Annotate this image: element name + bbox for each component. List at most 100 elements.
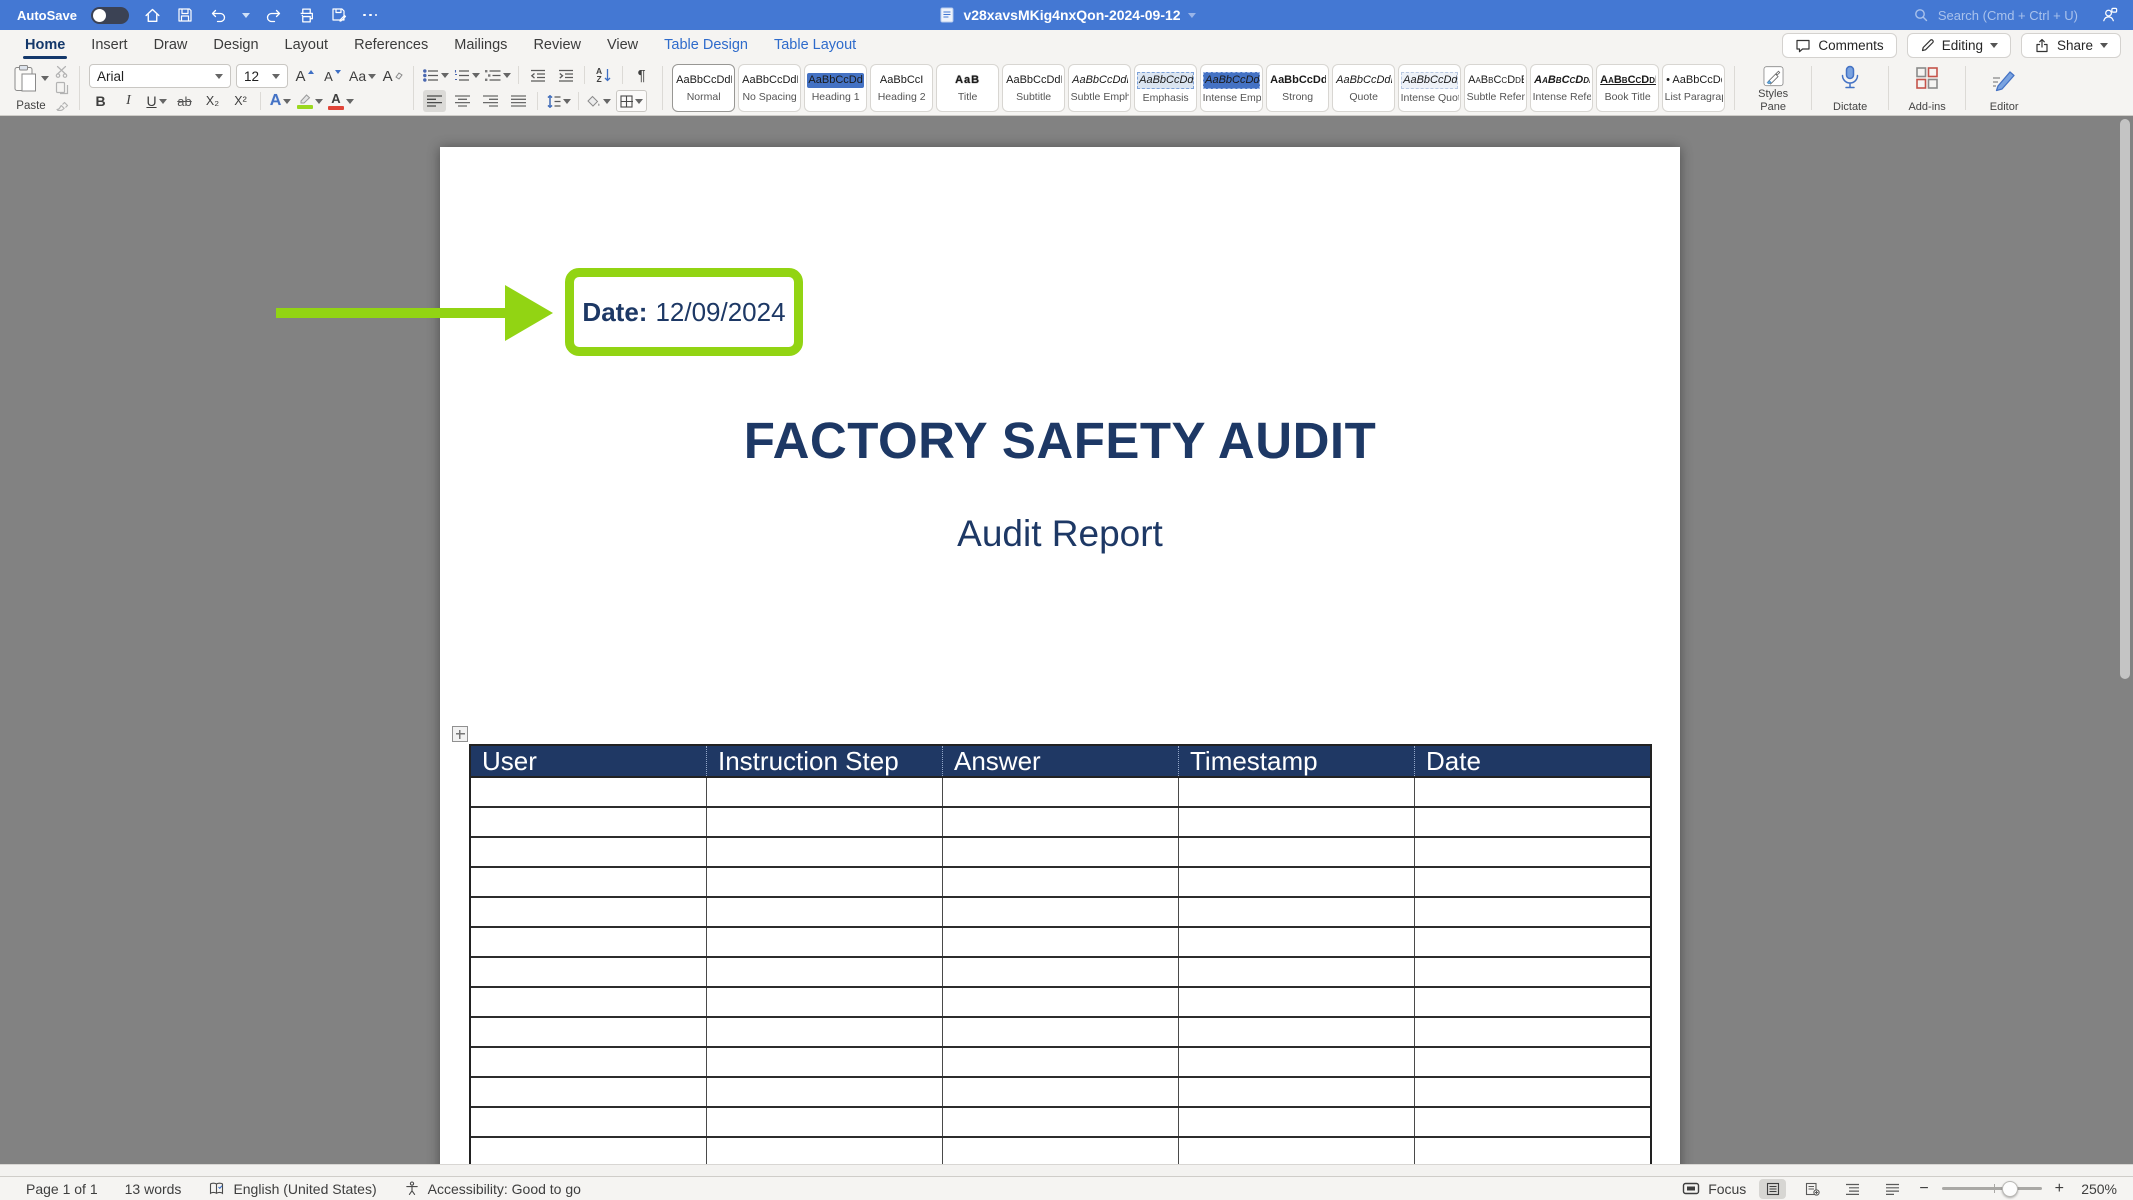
table-cell[interactable] (942, 778, 1178, 806)
line-spacing-button[interactable] (545, 90, 571, 112)
editing-mode-button[interactable]: Editing (1907, 33, 2011, 58)
style-chip-subtle-emph[interactable]: AaBbCcDdEeSubtle Emph... (1068, 64, 1131, 112)
table-cell[interactable] (942, 1048, 1178, 1076)
grow-font-button[interactable]: A (293, 65, 316, 87)
word-count[interactable]: 13 words (125, 1181, 182, 1197)
table-cell[interactable] (706, 898, 942, 926)
vertical-scrollbar[interactable] (2120, 119, 2130, 679)
style-chip-quote[interactable]: AaBbCcDdIQuote (1332, 64, 1395, 112)
tab-review[interactable]: Review (520, 30, 594, 60)
redo-icon[interactable] (264, 6, 283, 25)
table-cell[interactable] (1414, 958, 1650, 986)
table-cell[interactable] (1414, 1108, 1650, 1136)
underline-button[interactable]: U (145, 90, 168, 112)
text-effects-button[interactable]: A (269, 90, 292, 112)
document-title[interactable]: v28xavsMKig4nxQon-2024-09-12 (963, 7, 1180, 23)
table-cell[interactable] (706, 1108, 942, 1136)
style-chip-strong[interactable]: AaBbCcDdEeStrong (1266, 64, 1329, 112)
table-cell[interactable] (1178, 868, 1414, 896)
table-cell[interactable] (706, 988, 942, 1016)
autosave-toggle[interactable] (91, 7, 129, 24)
paste-button[interactable]: Paste (8, 63, 54, 113)
table-cell[interactable] (471, 958, 706, 986)
more-commands-icon[interactable] (363, 14, 377, 17)
numbering-button[interactable] (454, 64, 480, 86)
table-cell[interactable] (706, 1018, 942, 1046)
table-cell[interactable] (1178, 898, 1414, 926)
table-cell[interactable] (942, 988, 1178, 1016)
tab-design[interactable]: Design (200, 30, 271, 60)
table-cell[interactable] (1178, 1108, 1414, 1136)
table-cell[interactable] (471, 1048, 706, 1076)
document-title-chevron[interactable] (1188, 13, 1196, 18)
paste-chevron[interactable] (41, 76, 49, 81)
table-cell[interactable] (706, 1138, 942, 1166)
tab-home[interactable]: Home (12, 30, 78, 60)
zoom-slider[interactable] (1942, 1187, 2042, 1190)
zoom-level[interactable]: 250% (2077, 1181, 2117, 1197)
style-chip-intense-refe[interactable]: AaBbCcDdEeIntense Refe... (1530, 64, 1593, 112)
decrease-indent-button[interactable] (526, 64, 549, 86)
table-cell[interactable] (471, 838, 706, 866)
align-right-button[interactable] (479, 90, 502, 112)
tab-table-layout[interactable]: Table Layout (761, 30, 869, 60)
font-color-button[interactable]: A (328, 90, 354, 112)
table-cell[interactable] (471, 898, 706, 926)
draft-view-button[interactable] (1879, 1179, 1906, 1199)
tab-view[interactable]: View (594, 30, 651, 60)
table-cell[interactable] (942, 1138, 1178, 1166)
table-cell[interactable] (942, 1078, 1178, 1106)
table-cell[interactable] (1178, 808, 1414, 836)
accessibility-status[interactable]: Accessibility: Good to go (404, 1181, 581, 1197)
change-case-button[interactable]: Aa (349, 65, 376, 87)
save-icon[interactable] (176, 6, 195, 25)
web-layout-view-button[interactable] (1799, 1179, 1826, 1199)
table-cell[interactable] (1178, 928, 1414, 956)
table-cell[interactable] (471, 1078, 706, 1106)
table-cell[interactable] (471, 928, 706, 956)
tab-insert[interactable]: Insert (78, 30, 140, 60)
tab-table-design[interactable]: Table Design (651, 30, 761, 60)
table-cell[interactable] (942, 808, 1178, 836)
dictate-button[interactable]: Dictate (1821, 63, 1879, 113)
undo-icon[interactable] (209, 6, 228, 25)
style-chip-book-title[interactable]: AaBbCcDdEeBook Title (1596, 64, 1659, 112)
table-cell[interactable] (1178, 778, 1414, 806)
cut-icon[interactable] (55, 65, 69, 78)
home-icon[interactable] (143, 6, 162, 25)
style-chip-intense-quote[interactable]: AaBbCcDdEeIntense Quote (1398, 64, 1461, 112)
clear-formatting-button[interactable]: A (381, 65, 404, 87)
style-chip-normal[interactable]: AaBbCcDdEeNormal (672, 64, 735, 112)
save-as-icon[interactable] (330, 6, 349, 25)
table-cell[interactable] (1178, 1138, 1414, 1166)
shading-button[interactable] (586, 90, 611, 112)
table-cell[interactable] (706, 928, 942, 956)
font-family-select[interactable]: Arial (89, 64, 231, 88)
table-cell[interactable] (706, 838, 942, 866)
table-cell[interactable] (942, 1108, 1178, 1136)
table-cell[interactable] (1414, 1018, 1650, 1046)
table-cell[interactable] (706, 778, 942, 806)
subscript-button[interactable]: X₂ (201, 90, 224, 112)
style-chip-heading-2[interactable]: AaBbCcIHeading 2 (870, 64, 933, 112)
style-chip-heading-1[interactable]: AaBbCcDdHeading 1 (804, 64, 867, 112)
style-chip-list-paragraph[interactable]: • AaBbCcDdList Paragraph (1662, 64, 1725, 112)
focus-toggle[interactable]: Focus (1682, 1181, 1746, 1197)
table-cell[interactable] (706, 1078, 942, 1106)
increase-indent-button[interactable] (554, 64, 577, 86)
table-cell[interactable] (1414, 868, 1650, 896)
table-cell[interactable] (942, 838, 1178, 866)
column-header-instruction-step[interactable]: Instruction Step (706, 746, 942, 776)
bold-button[interactable]: B (89, 90, 112, 112)
table-cell[interactable] (942, 958, 1178, 986)
sort-button[interactable]: AZ (592, 64, 615, 86)
table-cell[interactable] (1414, 988, 1650, 1016)
style-chip-emphasis[interactable]: AaBbCcDdEeEmphasis (1134, 64, 1197, 112)
table-cell[interactable] (706, 958, 942, 986)
style-chip-subtle-refer[interactable]: AaBbCcDdEeSubtle Refer... (1464, 64, 1527, 112)
table-cell[interactable] (1178, 838, 1414, 866)
tab-mailings[interactable]: Mailings (441, 30, 520, 60)
shrink-font-button[interactable]: A (321, 65, 344, 87)
print-icon[interactable] (297, 6, 316, 25)
table-cell[interactable] (942, 928, 1178, 956)
